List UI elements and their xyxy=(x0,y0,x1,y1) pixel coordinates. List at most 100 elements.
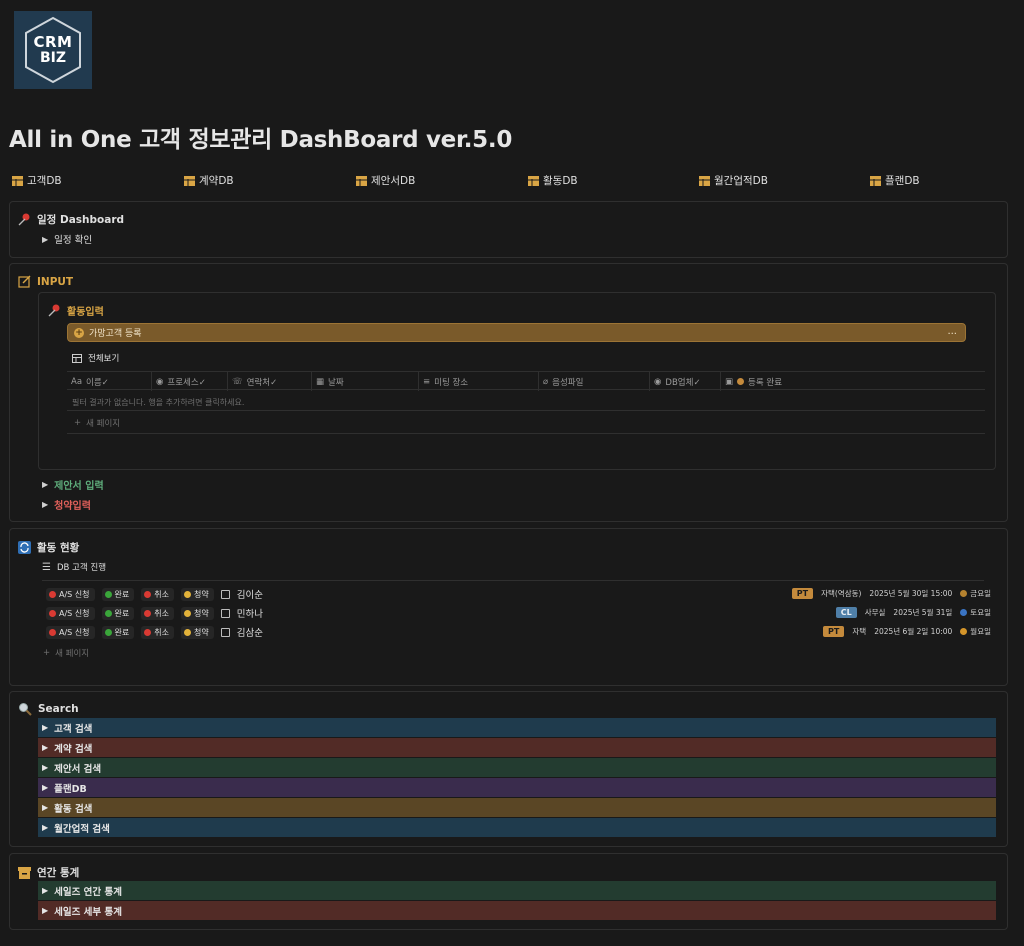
search-card: Search ▶ 고객 검색 ▶ 계약 검색 ▶ 제안서 검색 ▶ 플랜DB ▶ 활동 검… xyxy=(9,691,1008,847)
db-link-customer[interactable]: 고객DB xyxy=(12,173,62,188)
toggle-label: 고객 검색 xyxy=(54,723,93,735)
toggle-arrow-icon: ▶ xyxy=(42,723,49,732)
row-checkbox[interactable] xyxy=(220,589,230,599)
search-toggle-plan[interactable]: ▶ 플랜DB xyxy=(38,778,996,797)
cancel-button[interactable]: 취소 xyxy=(141,587,174,601)
row-checkbox[interactable] xyxy=(220,627,230,637)
contract-input-toggle[interactable]: ▶ 청약입력 xyxy=(42,497,91,512)
list-item[interactable]: A/S 신청 완료 취소 청약 김삼순 xyxy=(46,625,263,639)
schedule-toggle-label: 일정 확인 xyxy=(54,235,93,246)
calendar-icon: ▦ xyxy=(316,376,325,387)
green-dot-icon xyxy=(104,590,112,598)
column-meeting-place[interactable]: ≡ 미팅 장소 xyxy=(418,372,538,391)
view-tab-all[interactable]: 전체보기 xyxy=(72,352,119,364)
search-toggle-contract[interactable]: ▶ 계약 검색 xyxy=(38,738,996,757)
more-options-button[interactable]: ... xyxy=(947,326,957,337)
yellow-dot-icon xyxy=(183,628,191,636)
stats-card: 연간 통계 ▶ 세일즈 연간 통계 ▶ 세일즈 세부 통계 xyxy=(9,853,1008,930)
new-page-button[interactable]: + 새 페이지 xyxy=(74,417,120,429)
input-header: INPUT xyxy=(18,275,73,288)
toggle-label: 세일즈 세부 통계 xyxy=(54,906,122,918)
page-title: All in One 고객 정보관리 DashBoard ver.5.0 xyxy=(9,127,513,153)
meeting-date: 2025년 6월 2일 10:00 xyxy=(874,627,953,636)
new-page-button[interactable]: + 새 페이지 xyxy=(43,647,89,659)
process-badge: CL xyxy=(835,607,857,618)
schedule-title: 일정 Dashboard xyxy=(37,214,125,226)
search-title: Search xyxy=(38,703,79,715)
red-dot-icon xyxy=(49,590,56,598)
search-toggle-customer[interactable]: ▶ 고객 검색 xyxy=(38,718,996,737)
as-request-button[interactable]: A/S 신청 xyxy=(46,606,95,620)
as-request-button[interactable]: A/S 신청 xyxy=(46,587,95,601)
schedule-card: 일정 Dashboard ▶ 일정 확인 xyxy=(9,201,1008,258)
meeting-place: 사무실 xyxy=(864,608,886,617)
search-toggle-monthly[interactable]: ▶ 월간업적 검색 xyxy=(38,818,996,837)
list-item[interactable]: A/S 신청 완료 취소 청약 김이순 xyxy=(46,587,263,601)
stats-toggle-annual[interactable]: ▶ 세일즈 연간 통계 xyxy=(38,881,996,900)
weekday-label: 월요일 xyxy=(960,626,991,637)
column-db-vendor[interactable]: ◉ DB업체✓ xyxy=(649,372,720,391)
db-link-label: 제안서DB xyxy=(371,175,416,187)
view-tab-label: DB 고객 진행 xyxy=(56,563,107,573)
db-link-contract[interactable]: 계약DB xyxy=(184,173,234,188)
proposal-input-toggle[interactable]: ▶ 제안서 입력 xyxy=(42,477,104,492)
customer-name[interactable]: 민하나 xyxy=(237,606,263,620)
yellow-dot-icon xyxy=(183,590,191,598)
status-type-icon: ◉ xyxy=(156,376,164,387)
column-audio-file[interactable]: ⌀ 음성파일 xyxy=(538,372,649,391)
new-page-label: 새 페이지 xyxy=(55,649,90,659)
column-name[interactable]: Aa 이름✓ xyxy=(67,372,151,391)
activity-status-card: 활동 현황 ☰ DB 고객 진행 A/S 신청 완료 취소 청약 김이순 PT … xyxy=(9,528,1008,686)
as-request-button[interactable]: A/S 신청 xyxy=(46,625,95,639)
toggle-arrow-icon: ▶ xyxy=(42,823,49,832)
tag-label: 완료 xyxy=(114,608,130,618)
complete-button[interactable]: 완료 xyxy=(101,606,135,620)
db-link-proposal[interactable]: 제안서DB xyxy=(356,173,415,188)
table-icon xyxy=(699,175,710,186)
weekday-text: 금요일 xyxy=(970,589,991,598)
search-toggle-activity[interactable]: ▶ 활동 검색 xyxy=(38,798,996,817)
empty-filter-message[interactable]: 필터 결과가 없습니다. 행을 추가하려면 클릭하세요. xyxy=(72,397,244,408)
subscribe-button[interactable]: 청약 xyxy=(180,606,214,620)
weekday-label: 금요일 xyxy=(960,588,991,599)
column-label: 미팅 장소 xyxy=(434,377,469,388)
column-date[interactable]: ▦ 날짜 xyxy=(311,372,418,391)
view-tab-db-progress[interactable]: ☰ DB 고객 진행 xyxy=(42,561,107,574)
row-checkbox[interactable] xyxy=(220,608,230,618)
column-contact[interactable]: ☏ 연락처✓ xyxy=(227,372,311,391)
search-toggle-proposal[interactable]: ▶ 제안서 검색 xyxy=(38,758,996,777)
subscribe-button[interactable]: 청약 xyxy=(180,625,214,639)
activity-status-header: 활동 현황 xyxy=(18,540,79,555)
complete-button[interactable]: 완료 xyxy=(101,625,135,639)
cancel-button[interactable]: 취소 xyxy=(141,606,174,620)
column-label: 프로세스✓ xyxy=(167,377,206,388)
edit-icon xyxy=(18,275,31,288)
table-icon xyxy=(12,175,23,186)
subscribe-button[interactable]: 청약 xyxy=(180,587,214,601)
db-link-activity[interactable]: 활동DB xyxy=(528,173,578,188)
list-item[interactable]: A/S 신청 완료 취소 청약 민하나 xyxy=(46,606,263,620)
toggle-arrow-icon: ▶ xyxy=(42,803,49,812)
file-box-icon xyxy=(18,866,31,879)
customer-name[interactable]: 김삼순 xyxy=(237,625,263,639)
stats-toggle-detail[interactable]: ▶ 세일즈 세부 통계 xyxy=(38,901,996,920)
input-card: INPUT 활동입력 + 가망고객 등록 ... 전체보기 Aa 이름✓ ◉ 프로세… xyxy=(9,263,1008,522)
complete-button[interactable]: 완료 xyxy=(101,587,135,601)
divider xyxy=(67,433,985,434)
add-prospect-button[interactable]: + 가망고객 등록 ... xyxy=(67,323,966,342)
db-link-monthly[interactable]: 월간업적DB xyxy=(699,173,768,188)
table-icon xyxy=(870,175,881,186)
db-link-plan[interactable]: 플랜DB xyxy=(870,173,920,188)
column-process[interactable]: ◉ 프로세스✓ xyxy=(151,372,227,391)
magnifier-icon xyxy=(19,703,32,716)
tag-label: 청약 xyxy=(193,589,209,599)
schedule-toggle[interactable]: ▶ 일정 확인 xyxy=(42,232,93,247)
tag-label: 취소 xyxy=(154,608,169,618)
toggle-label: 계약 검색 xyxy=(54,743,93,755)
refresh-icon xyxy=(18,541,31,554)
column-registered[interactable]: ▣ 등록 완료 xyxy=(720,372,985,391)
customer-name[interactable]: 김이순 xyxy=(237,587,263,601)
cancel-button[interactable]: 취소 xyxy=(141,625,174,639)
phone-icon: ☏ xyxy=(232,376,243,387)
meeting-date: 2025년 5월 30일 15:00 xyxy=(869,589,953,598)
